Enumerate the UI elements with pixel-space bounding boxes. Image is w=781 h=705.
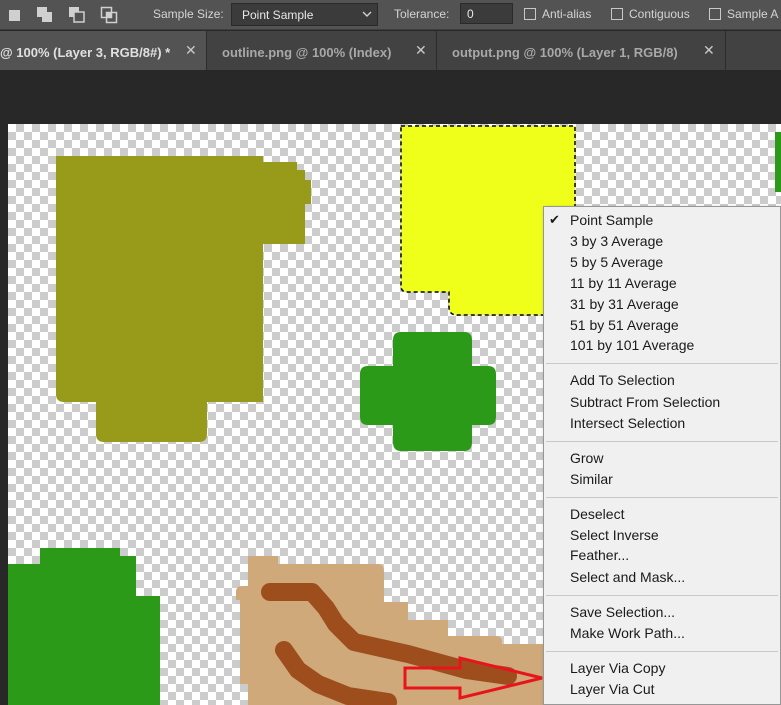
check-icon: ✔ [549, 212, 560, 227]
menu-item-intersect-selection[interactable]: Intersect Selection [570, 413, 685, 433]
menu-item-save-selection[interactable]: Save Selection... [570, 602, 675, 622]
menu-item-11-by-11-average[interactable]: 11 by 11 Average [570, 273, 677, 293]
menu-item-layer-via-copy[interactable]: Layer Via Copy [570, 658, 665, 678]
sample-all-layers-label: Sample A [727, 7, 779, 21]
anti-alias-label: Anti-alias [542, 7, 592, 21]
tab-label: outline.png @ 100% (Index) [222, 45, 392, 60]
menu-separator [546, 651, 778, 652]
menu-item-feather[interactable]: Feather... [570, 545, 629, 565]
olive-shape [56, 156, 311, 442]
menu-item-select-and-mask[interactable]: Select and Mask... [570, 567, 685, 587]
menu-item-similar[interactable]: Similar [570, 469, 613, 489]
menu-item-101-by-101-average[interactable]: 101 by 101 Average [570, 335, 694, 355]
sample-size-label: Sample Size: [153, 7, 224, 21]
tab-label: output.png @ 100% (Layer 1, RGB/8) [452, 45, 678, 60]
menu-item-make-work-path[interactable]: Make Work Path... [570, 623, 685, 643]
menu-item-3-by-3-average[interactable]: 3 by 3 Average [570, 231, 663, 251]
close-icon[interactable]: ✕ [185, 42, 197, 59]
subtract-from-selection-icon[interactable] [66, 4, 88, 26]
sample-size-value: Point Sample [242, 8, 314, 22]
menu-item-select-inverse[interactable]: Select Inverse [570, 525, 659, 545]
sample-all-layers-checkbox[interactable] [709, 8, 721, 20]
tolerance-input[interactable]: 0 [460, 3, 513, 24]
menu-item-point-sample[interactable]: Point Sample [570, 210, 653, 230]
menu-item-add-to-selection[interactable]: Add To Selection [570, 370, 675, 390]
menu-item-5-by-5-average[interactable]: 5 by 5 Average [570, 252, 663, 272]
menu-item-31-by-31-average[interactable]: 31 by 31 Average [570, 294, 679, 314]
sample-size-select[interactable]: Point Sample [231, 3, 378, 26]
menu-item-subtract-from-selection[interactable]: Subtract From Selection [570, 392, 720, 412]
menu-separator [546, 441, 778, 442]
tab-layer-3[interactable]: @ 100% (Layer 3, RGB/8#) * ✕ [0, 31, 207, 70]
tab-outline-png[interactable]: outline.png @ 100% (Index) ✕ [207, 31, 437, 70]
green-edge-shape [775, 132, 781, 192]
menu-item-51-by-51-average[interactable]: 51 by 51 Average [570, 315, 679, 335]
tab-label: @ 100% (Layer 3, RGB/8#) * [0, 45, 171, 60]
menu-item-layer-via-cut[interactable]: Layer Via Cut [570, 679, 655, 699]
document-tab-bar: @ 100% (Layer 3, RGB/8#) * ✕ outline.png… [0, 31, 781, 70]
new-selection-icon[interactable] [4, 4, 26, 26]
menu-item-deselect[interactable]: Deselect [570, 504, 624, 524]
intersect-selection-icon[interactable] [98, 4, 120, 26]
close-icon[interactable]: ✕ [415, 42, 427, 59]
tool-options-bar: Sample Size: Point Sample Tolerance: 0 A… [0, 0, 781, 30]
add-to-selection-icon[interactable] [34, 4, 56, 26]
green-bottom-shape [8, 548, 160, 705]
menu-separator [546, 497, 778, 498]
chevron-down-icon [361, 7, 373, 24]
menu-separator [546, 363, 778, 364]
close-icon[interactable]: ✕ [703, 42, 715, 59]
contiguous-checkbox[interactable] [611, 8, 623, 20]
green-plus-shape [360, 332, 496, 451]
tab-output-png[interactable]: output.png @ 100% (Layer 1, RGB/8) ✕ [437, 31, 726, 70]
tolerance-label: Tolerance: [394, 7, 450, 21]
contiguous-label: Contiguous [629, 7, 690, 21]
menu-separator [546, 595, 778, 596]
anti-alias-checkbox[interactable] [524, 8, 536, 20]
context-menu: ✔ Point Sample 3 by 3 Average 5 by 5 Ave… [543, 206, 781, 705]
menu-item-grow[interactable]: Grow [570, 448, 603, 468]
